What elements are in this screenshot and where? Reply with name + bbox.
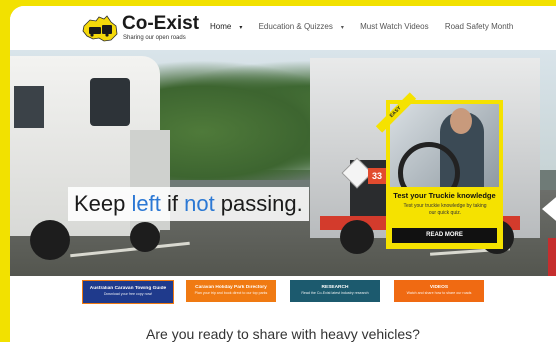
nav-item-must-watch-videos[interactable]: Must Watch Videos <box>360 22 435 31</box>
read-more-button[interactable]: READ MORE <box>392 228 497 243</box>
quiz-card[interactable]: EASY Test your Truckie knowledge Test yo… <box>375 92 503 249</box>
nav-label: Education & Quizzes <box>258 22 333 31</box>
promo-subtitle: Plan your trip and book direct to our to… <box>194 291 268 295</box>
promo-title: VIDEOS <box>429 285 449 290</box>
hero-slider[interactable]: 33 Keep left if not passing. EASY Test y… <box>10 50 556 276</box>
hero-slogan: Keep left if not passing. <box>68 187 309 221</box>
slogan-text: passing. <box>214 191 303 216</box>
nav-item-road-safety-month[interactable]: Road Safety Month <box>445 22 520 31</box>
slogan-highlight-not: not <box>184 191 215 216</box>
promo-subtitle: Read the Co-Exist latest industry resear… <box>301 291 369 295</box>
driver-head <box>450 108 472 134</box>
quiz-card-text: Test your truckie knowledge by taking ou… <box>403 203 487 216</box>
promo-subtitle: Watch and share how to share our roads <box>406 291 472 295</box>
logo-tagline: Sharing our open roads <box>123 35 186 41</box>
caravan-window <box>90 78 130 126</box>
promo-title: Australian Caravan Towing Guide <box>89 286 167 291</box>
promo-subtitle: Download your free copy now! <box>103 292 153 296</box>
side-decoration <box>548 238 556 276</box>
logo-title: Co-Exist <box>122 13 200 34</box>
nav-item-home[interactable]: Home ▾ <box>210 22 249 31</box>
caravan-window <box>14 86 44 128</box>
site-header: Co-Exist Sharing our open roads Home ▾ Ed… <box>10 6 556 50</box>
nav-label: Road Safety Month <box>444 22 514 31</box>
slogan-text: Keep <box>74 191 132 216</box>
browser-viewport: Co-Exist Sharing our open roads Home ▾ Ed… <box>10 6 556 342</box>
promo-research[interactable]: RESEARCH Read the Co-Exist latest indust… <box>290 280 380 302</box>
wheel <box>340 220 374 254</box>
promo-park-directory[interactable]: Caravan Holiday Park Directory Plan your… <box>186 280 276 302</box>
quiz-card-title: Test your Truckie knowledge <box>393 191 496 200</box>
promo-title: RESEARCH <box>321 285 349 290</box>
promo-videos[interactable]: VIDEOS Watch and share how to share our … <box>394 280 484 302</box>
nav-item-education-quizzes[interactable]: Education & Quizzes ▾ <box>259 22 351 31</box>
wheel <box>30 220 70 260</box>
nav-label: Must Watch Videos <box>360 22 429 31</box>
chevron-down-icon: ▾ <box>340 25 344 31</box>
driver-photo <box>390 104 499 187</box>
hazchem-plate: 33 <box>368 168 386 184</box>
promo-banners: Australian Caravan Towing Guide Download… <box>10 276 556 320</box>
main-nav: Home ▾ Education & Quizzes ▾ Must Watch Vi… <box>210 22 527 31</box>
wheel <box>130 222 160 252</box>
promo-title: Caravan Holiday Park Directory <box>195 285 267 290</box>
australia-map-icon <box>82 15 118 42</box>
slogan-text: if <box>160 191 185 216</box>
slogan-highlight-left: left <box>131 191 161 216</box>
promo-towing-guide[interactable]: Australian Caravan Towing Guide Download… <box>82 280 174 304</box>
section-heading: Are you ready to share with heavy vehicl… <box>146 326 420 342</box>
nav-label: Home <box>210 22 232 31</box>
chevron-down-icon: ▾ <box>239 25 243 31</box>
